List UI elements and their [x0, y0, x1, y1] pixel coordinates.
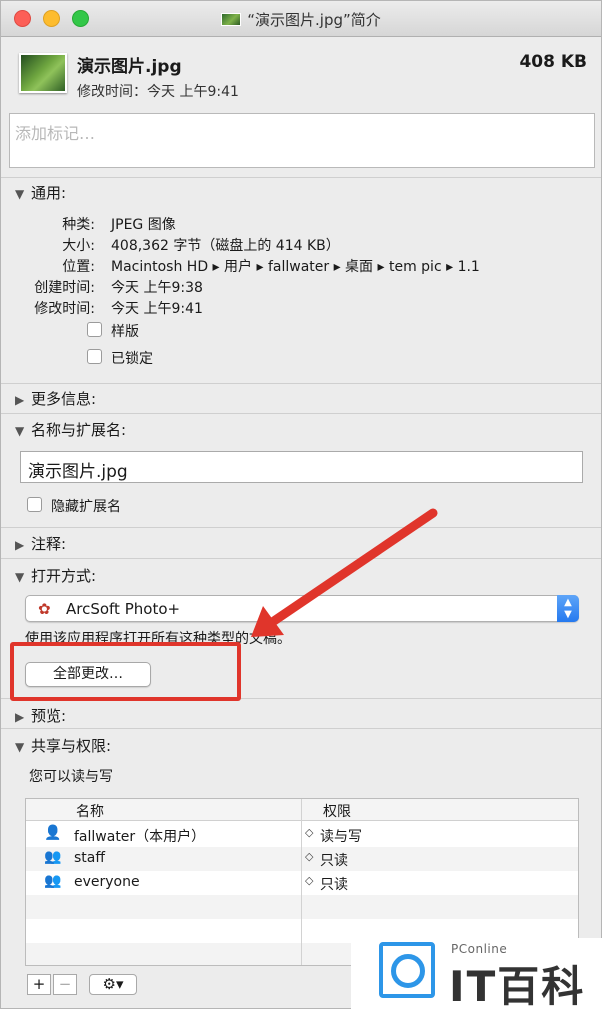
user-name: staff: [74, 850, 106, 866]
hide-extension-label: 隐藏扩展名: [51, 499, 121, 515]
section-sharing-toggle[interactable]: ▼ 共享与权限:: [15, 735, 111, 756]
field-size-value: 408,362 字节（磁盘上的 414 KB）: [111, 238, 340, 254]
field-location-value: Macintosh HD ▸ 用户 ▸ fallwater ▸ 桌面 ▸ tem…: [111, 259, 480, 275]
field-kind-label: 种类:: [62, 217, 95, 233]
disclosure-open-icon: ▼: [15, 187, 25, 201]
select-chevrons-icon: ▲ ▼: [557, 595, 579, 622]
divider: [1, 413, 601, 414]
permission-value[interactable]: 读与写: [320, 826, 362, 846]
add-user-button[interactable]: +: [27, 974, 51, 995]
user-name: fallwater（本用户）: [74, 829, 206, 845]
field-kind-value: JPEG 图像: [111, 217, 176, 233]
user-icon: 👤: [44, 825, 62, 841]
section-comments-label: 注释:: [31, 535, 67, 553]
popup-chevrons-icon[interactable]: ◇: [305, 850, 313, 863]
field-modified-value: 今天 上午9:41: [111, 301, 203, 317]
file-name: 演示图片.jpg: [77, 57, 182, 77]
section-preview-toggle[interactable]: ▶ 预览:: [15, 705, 66, 726]
modified-time: 修改时间：今天 上午9:41: [77, 84, 239, 100]
section-open-with-label: 打开方式:: [31, 567, 97, 585]
image-file-icon: [19, 53, 67, 93]
locked-label: 已锁定: [111, 351, 153, 367]
disclosure-open-icon: ▼: [15, 740, 25, 754]
section-comments-toggle[interactable]: ▶ 注释:: [15, 533, 66, 554]
open-with-select[interactable]: ✿ ArcSoft Photo+ ▲ ▼: [25, 595, 579, 622]
watermark-name: IT百科: [449, 962, 586, 1009]
title-bar[interactable]: “演示图片.jpg”简介: [1, 1, 601, 37]
window-title: “演示图片.jpg”简介: [1, 9, 601, 30]
disclosure-open-icon: ▼: [15, 424, 25, 438]
file-size: 408 KB: [519, 52, 587, 72]
divider: [1, 177, 601, 178]
section-general-toggle[interactable]: ▼ 通用:: [15, 182, 66, 203]
locked-checkbox[interactable]: [87, 349, 102, 364]
table-row[interactable]: 👥 everyone ◇ 只读: [26, 871, 578, 895]
table-row[interactable]: 👤 fallwater（本用户） ◇ 读与写: [26, 823, 578, 847]
section-sharing-label: 共享与权限:: [31, 737, 112, 755]
disclosure-closed-icon: ▶: [15, 710, 25, 724]
divider: [1, 383, 601, 384]
remove-user-button[interactable]: −: [53, 974, 77, 995]
divider: [1, 728, 601, 729]
stationery-label: 样版: [111, 324, 139, 340]
highlight-box: [10, 642, 241, 701]
section-open-with-toggle[interactable]: ▼ 打开方式:: [15, 565, 96, 586]
section-more-info-label: 更多信息:: [31, 390, 97, 408]
column-name-header[interactable]: 名称: [76, 801, 104, 821]
section-general-label: 通用:: [31, 184, 67, 202]
disclosure-closed-icon: ▶: [15, 393, 25, 407]
arcsoft-app-icon: ✿: [38, 600, 51, 618]
section-name-ext-toggle[interactable]: ▼ 名称与扩展名:: [15, 419, 126, 440]
window-title-text: “演示图片.jpg”简介: [247, 11, 381, 29]
name-field[interactable]: 演示图片.jpg: [20, 451, 583, 483]
table-row[interactable]: 👥 staff ◇ 只读: [26, 847, 578, 871]
field-modified-label: 修改时间:: [34, 301, 95, 317]
gear-menu-button[interactable]: ⚙︎▾: [89, 974, 137, 995]
field-created-label: 创建时间:: [34, 280, 95, 296]
permission-value[interactable]: 只读: [320, 850, 348, 870]
permission-value[interactable]: 只读: [320, 874, 348, 894]
popup-chevrons-icon[interactable]: ◇: [305, 826, 313, 839]
file-thumbnail-icon: [221, 13, 242, 26]
user-name: everyone: [74, 874, 140, 890]
info-window: “演示图片.jpg”简介 演示图片.jpg 修改时间：今天 上午9:41 408…: [0, 0, 602, 1009]
field-created-value: 今天 上午9:38: [111, 280, 203, 296]
table-header: 名称 权限: [26, 799, 578, 821]
divider: [1, 527, 601, 528]
table-row: [26, 895, 578, 919]
disclosure-closed-icon: ▶: [15, 538, 25, 552]
disclosure-open-icon: ▼: [15, 570, 25, 584]
column-permission-header[interactable]: 权限: [323, 801, 351, 821]
group-icon: 👥: [44, 849, 62, 865]
tags-field[interactable]: 添加标记…: [9, 113, 595, 168]
pconline-logo-icon: [379, 942, 435, 998]
divider: [1, 558, 601, 559]
popup-chevrons-icon[interactable]: ◇: [305, 874, 313, 887]
watermark: PConline IT百科: [351, 938, 602, 1009]
permission-caption: 您可以读与写: [29, 769, 113, 785]
open-with-app-name: ArcSoft Photo+: [66, 600, 181, 618]
everyone-icon: 👥: [44, 873, 62, 889]
section-name-ext-label: 名称与扩展名:: [31, 421, 127, 439]
field-location-label: 位置:: [62, 259, 95, 275]
stationery-checkbox[interactable]: [87, 322, 102, 337]
column-separator: [301, 799, 302, 965]
field-size-label: 大小:: [62, 238, 95, 254]
section-preview-label: 预览:: [31, 707, 67, 725]
section-more-info-toggle[interactable]: ▶ 更多信息:: [15, 388, 96, 409]
hide-extension-checkbox[interactable]: [27, 497, 42, 512]
